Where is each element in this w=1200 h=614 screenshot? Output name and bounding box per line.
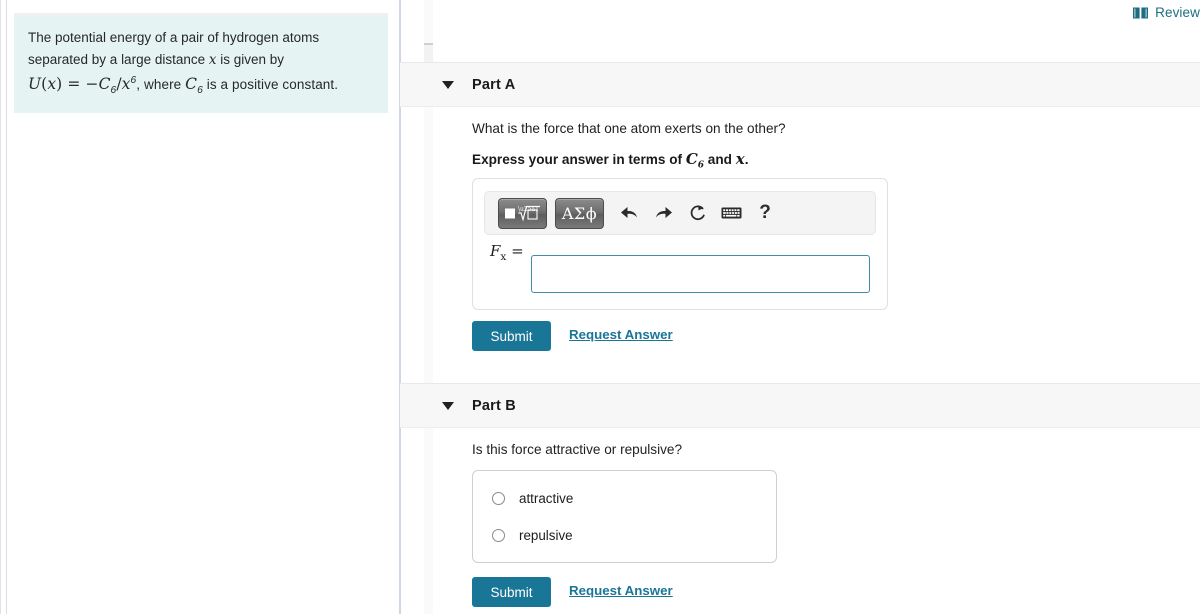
choice-option-repulsive[interactable]: repulsive bbox=[473, 517, 776, 554]
problem-line-2: separated by a large distance x is given… bbox=[28, 49, 374, 72]
problem-var-x: x bbox=[208, 51, 217, 68]
chevron-down-icon[interactable] bbox=[442, 401, 454, 410]
review-link[interactable]: Review bbox=[1133, 5, 1200, 20]
problem-formula: U(x) = −C6/x6, where C6 is a positive co… bbox=[28, 72, 374, 100]
answer-label-F: F bbox=[490, 242, 501, 260]
formula-U: U bbox=[28, 74, 42, 93]
math-template-button[interactable]: \u25a1 bbox=[498, 197, 547, 229]
part-a-answer-input[interactable] bbox=[531, 255, 870, 293]
undo-button[interactable] bbox=[612, 198, 646, 228]
part-b-title: Part B bbox=[472, 397, 516, 414]
help-label: ? bbox=[759, 202, 771, 223]
keyboard-icon bbox=[721, 207, 741, 219]
formula-tail-pre: , where bbox=[136, 76, 186, 92]
part-a-instruction-end: . bbox=[744, 152, 749, 167]
part-b-question: Is this force attractive or repulsive? bbox=[472, 442, 683, 457]
chevron-down-icon[interactable] bbox=[442, 80, 454, 89]
part-a-instruction-pre: Express your answer in terms of bbox=[472, 152, 686, 167]
problem-text-line2-post: is given by bbox=[216, 51, 285, 67]
part-b-submit-button[interactable]: Submit bbox=[472, 577, 551, 607]
part-a-request-answer-link[interactable]: Request Answer bbox=[569, 327, 673, 342]
part-b-choice-group: attractive repulsive bbox=[472, 470, 777, 563]
answer-label-equals: = bbox=[511, 242, 524, 260]
part-a-header[interactable]: Part A bbox=[400, 62, 1200, 107]
answer-label-subscript: x bbox=[500, 251, 507, 263]
choice-label-attractive: attractive bbox=[519, 491, 574, 506]
sidebar-edge-line bbox=[6, 0, 7, 614]
choice-option-attractive[interactable]: attractive bbox=[473, 480, 776, 517]
math-template-icon: \u25a1 bbox=[504, 205, 540, 222]
book-icon bbox=[1133, 7, 1149, 18]
math-editor-toolbar: \u25a1 ΑΣϕ ? bbox=[484, 191, 876, 235]
redo-icon bbox=[655, 206, 672, 218]
reset-icon bbox=[690, 205, 705, 221]
greek-symbols-label: ΑΣϕ bbox=[561, 203, 598, 223]
reset-button[interactable] bbox=[680, 198, 714, 228]
formula-tail-post: is a positive constant. bbox=[202, 76, 339, 92]
part-a-instruction-x: x bbox=[735, 150, 745, 168]
part-a-answer-widget: \u25a1 ΑΣϕ ? Fx = bbox=[472, 178, 888, 310]
undo-icon bbox=[620, 206, 637, 218]
part-b-request-answer-link[interactable]: Request Answer bbox=[569, 583, 673, 598]
part-a-instruction-mid: and bbox=[704, 152, 736, 167]
choice-label-repulsive: repulsive bbox=[519, 528, 573, 543]
formula-C: C bbox=[98, 74, 111, 93]
part-a-title: Part A bbox=[472, 76, 516, 93]
part-b-header[interactable]: Part B bbox=[400, 383, 1200, 428]
assignment-content: Review Part A What is the force that one… bbox=[400, 0, 1200, 614]
formula-x: x bbox=[47, 74, 57, 93]
keyboard-button[interactable] bbox=[714, 198, 748, 228]
problem-line-1: The potential energy of a pair of hydrog… bbox=[28, 27, 374, 49]
part-a-submit-button[interactable]: Submit bbox=[472, 321, 551, 351]
part-a-instruction-C: C bbox=[685, 150, 698, 168]
radio-attractive[interactable] bbox=[492, 492, 505, 505]
problem-text-line1: The potential energy of a pair of hydrog… bbox=[28, 30, 320, 45]
review-label: Review bbox=[1155, 5, 1200, 20]
greek-symbols-button[interactable]: ΑΣϕ bbox=[555, 197, 604, 229]
problem-statement-box: The potential energy of a pair of hydrog… bbox=[14, 13, 388, 114]
problem-sidebar: The potential energy of a pair of hydrog… bbox=[0, 0, 400, 614]
help-button[interactable]: ? bbox=[748, 198, 782, 228]
part-a-question: What is the force that one atom exerts o… bbox=[472, 121, 786, 136]
radio-repulsive[interactable] bbox=[492, 529, 505, 542]
problem-text-line2-pre: separated by a large distance bbox=[28, 51, 209, 67]
formula-equals: = − bbox=[62, 74, 99, 93]
part-a-instruction: Express your answer in terms of C6 and x… bbox=[472, 150, 748, 171]
redo-button[interactable] bbox=[646, 198, 680, 228]
formula-tail-C: C bbox=[185, 74, 198, 93]
answer-variable-label: Fx = bbox=[490, 242, 524, 263]
formula-x2: x bbox=[121, 74, 131, 93]
page-root: The potential energy of a pair of hydrog… bbox=[0, 0, 1200, 614]
